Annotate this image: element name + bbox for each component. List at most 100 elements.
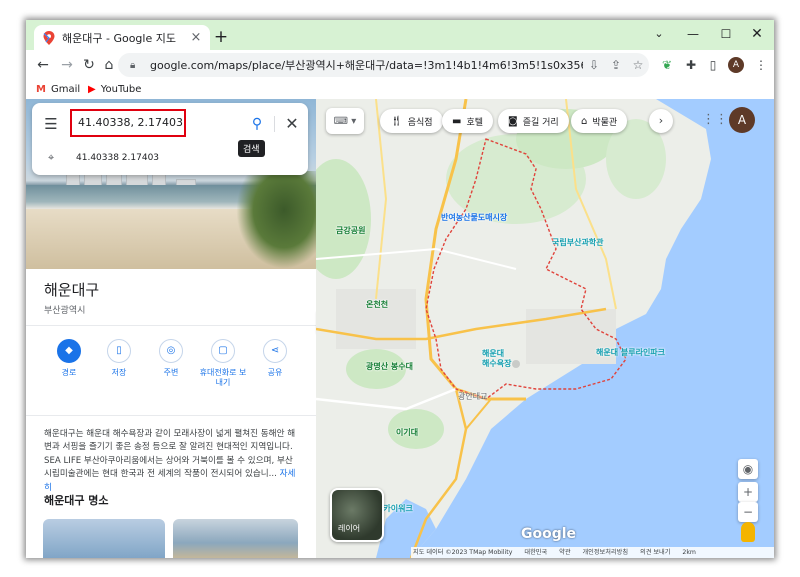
share-page-icon[interactable]: ⇪ <box>605 58 627 72</box>
maps-content: ☰ 41.40338, 2.17403 ⚲ ✕ 검색 ⌖ 41.40338 2.… <box>26 99 774 558</box>
divider <box>274 116 275 132</box>
side-panel-icon[interactable]: ▯ <box>702 54 724 76</box>
bookmark-label: YouTube <box>100 84 142 95</box>
chip-label: 음식점 <box>407 117 433 128</box>
map-label-geumgang-park[interactable]: 금강공원 <box>336 225 365 236</box>
apps-grid-icon[interactable]: ⋮⋮ <box>702 111 728 129</box>
close-icon[interactable]: ✕ <box>282 114 302 134</box>
attraction-thumbnail[interactable] <box>173 519 298 558</box>
action-label: 저장 <box>111 368 127 377</box>
home-icon[interactable]: ⌂ <box>98 54 120 76</box>
street-view-pegman-icon[interactable] <box>741 522 755 542</box>
map-label-science-museum[interactable]: 국립부산과학관 <box>552 237 604 248</box>
menu-icon[interactable]: ☰ <box>42 115 60 133</box>
chip-things-to-do[interactable]: ◙ 즐길 거리 <box>498 109 569 133</box>
attraction-thumbnail[interactable] <box>43 519 165 558</box>
map-label-gwangan-bridge[interactable]: 광안대교 <box>458 391 487 402</box>
footer-country[interactable]: 대한민국 <box>524 549 547 556</box>
camera-icon: ◙ <box>508 115 518 127</box>
footer-terms[interactable]: 약관 <box>559 549 570 556</box>
chevron-right-icon[interactable]: › <box>649 109 673 133</box>
directions-button[interactable]: ◆ 경로 <box>44 339 94 378</box>
map-label-blueline-park[interactable]: 해운대 블루라인파크 <box>596 347 665 358</box>
divider <box>26 325 316 326</box>
map-label-haeundae-beach[interactable]: 해운대 해수욕장 <box>482 349 511 369</box>
attractions-heading: 해운대구 명소 <box>44 494 109 507</box>
new-tab-button[interactable]: + <box>210 26 232 48</box>
forward-icon[interactable]: → <box>56 54 78 76</box>
chip-label: 호텔 <box>466 117 484 128</box>
tree-foliage <box>236 171 316 269</box>
address-bar[interactable]: 🔒︎ google.com/maps/place/부산광역시+해운대구/data… <box>118 53 649 77</box>
footer-privacy[interactable]: 개인정보처리방침 <box>582 549 628 556</box>
reload-icon[interactable]: ↻ <box>78 54 100 76</box>
action-buttons: ◆ 경로 ▯ 저장 ◎ 주변 ▢ 휴대전화로 보내기 ⋖ 공유 <box>44 339 306 399</box>
extension-icon[interactable]: ❦ <box>656 54 678 76</box>
bookmark-star-icon[interactable]: ☆ <box>627 58 649 72</box>
bookmark-icon: ▯ <box>107 339 131 363</box>
tab-title: 해운대구 - Google 지도 <box>62 31 176 45</box>
hotel-icon: ▬ <box>452 115 462 127</box>
layers-button[interactable]: 레이어 <box>330 488 384 542</box>
map-label-igidae[interactable]: 이기대 <box>396 427 418 438</box>
minimize-icon[interactable]: — <box>676 20 710 50</box>
send-to-phone-icon: ▢ <box>211 339 235 363</box>
divider <box>26 415 316 416</box>
chip-restaurants[interactable]: 🍴︎ 음식점 <box>380 109 443 133</box>
zoom-out-button[interactable]: − <box>738 502 758 522</box>
chip-museums[interactable]: ⌂ 박물관 <box>571 109 628 133</box>
search-icon[interactable]: ⚲ <box>246 114 268 134</box>
extensions-puzzle-icon[interactable]: ✚ <box>680 54 702 76</box>
send-to-phone-button[interactable]: ▢ 휴대전화로 보내기 <box>198 339 248 388</box>
tab-search-icon[interactable]: ⌄ <box>642 20 676 50</box>
nearby-button[interactable]: ◎ 주변 <box>146 339 196 378</box>
map-label-oncheoncheon[interactable]: 온천천 <box>366 299 388 310</box>
nearby-icon: ◎ <box>159 339 183 363</box>
museum-icon: ⌂ <box>581 115 588 127</box>
map-label-yongung-park[interactable]: 광명산 봉수대 <box>366 361 413 372</box>
save-button[interactable]: ▯ 저장 <box>94 339 144 378</box>
browser-tab[interactable]: 해운대구 - Google 지도 × <box>34 25 210 50</box>
place-title: 해운대구 <box>44 281 100 299</box>
maximize-icon[interactable]: ☐ <box>709 20 743 50</box>
share-icon: ⋖ <box>263 339 287 363</box>
action-label: 경로 <box>61 368 77 377</box>
account-avatar[interactable]: A <box>729 107 755 133</box>
search-input[interactable]: 41.40338, 2.17403 <box>70 109 186 137</box>
my-location-icon[interactable]: ◉ <box>738 459 758 479</box>
map-label-banyeo-market[interactable]: 반여농산물도매시장 <box>441 212 507 223</box>
action-label: 주변 <box>163 368 179 377</box>
close-window-icon[interactable]: ✕ <box>740 20 774 50</box>
install-icon[interactable]: ⇩ <box>583 58 605 72</box>
bookmark-youtube[interactable]: ▶ YouTube <box>88 82 141 97</box>
keyboard-icon[interactable]: ⌨ ▾ <box>326 108 364 134</box>
url-text[interactable]: google.com/maps/place/부산광역시+해운대구/data=!3… <box>150 57 583 73</box>
search-box: ☰ 41.40338, 2.17403 ⚲ ✕ 검색 ⌖ 41.40338 2.… <box>32 103 308 175</box>
more-menu-icon[interactable]: ⋮ <box>750 54 772 76</box>
footer-feedback[interactable]: 의견 보내기 <box>640 549 670 556</box>
bookmarks-bar: M Gmail ▶ YouTube <box>26 80 774 99</box>
chip-label: 박물관 <box>592 117 618 128</box>
directions-icon: ◆ <box>57 339 81 363</box>
google-logo: Google <box>521 526 577 542</box>
search-suggestion[interactable]: 41.40338 2.17403 <box>76 153 159 163</box>
place-panel: ☰ 41.40338, 2.17403 ⚲ ✕ 검색 ⌖ 41.40338 2.… <box>26 99 316 558</box>
share-button[interactable]: ⋖ 공유 <box>250 339 300 378</box>
google-maps-icon <box>43 30 55 45</box>
scale-bar[interactable]: 2km <box>682 549 696 556</box>
map-data-credit: 지도 데이터 ©2023 TMap Mobility <box>413 549 513 556</box>
back-icon[interactable]: ← <box>32 54 54 76</box>
bookmark-gmail[interactable]: M Gmail <box>36 82 80 97</box>
action-label: 휴대전화로 보내기 <box>199 368 247 387</box>
zoom-in-button[interactable]: + <box>738 482 758 502</box>
tab-close-icon[interactable]: × <box>188 30 204 45</box>
location-pin-icon: ⌖ <box>48 151 55 164</box>
gmail-icon: M <box>36 84 46 95</box>
restaurant-icon: 🍴︎ <box>390 115 403 127</box>
map-canvas[interactable]: ⌨ ▾ 🍴︎ 음식점 ▬ 호텔 ◙ 즐길 거리 ⌂ 박물관 › ⋮⋮ A 금강공… <box>316 99 774 558</box>
lock-icon: 🔒︎ <box>130 59 136 71</box>
search-tooltip: 검색 <box>238 140 265 157</box>
chip-hotels[interactable]: ▬ 호텔 <box>442 109 494 133</box>
layers-label: 레이어 <box>338 524 361 533</box>
profile-avatar[interactable]: A <box>728 57 744 73</box>
